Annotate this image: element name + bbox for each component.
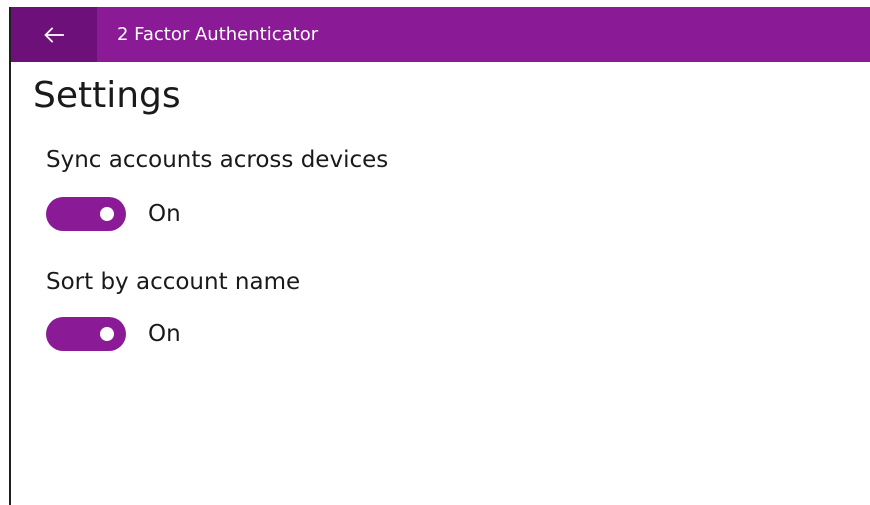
app-title: 2 Factor Authenticator — [117, 24, 319, 45]
sync-accounts-state: On — [148, 201, 181, 227]
sort-by-name-label: Sort by account name — [46, 269, 301, 295]
sort-by-name-toggle[interactable] — [46, 317, 126, 351]
back-button[interactable] — [11, 7, 97, 62]
sort-by-name-state: On — [148, 321, 181, 347]
toggle-knob — [100, 327, 114, 341]
app-window: 2 Factor Authenticator Settings Sync acc… — [9, 7, 870, 505]
sync-accounts-toggle[interactable] — [46, 197, 126, 231]
page-title: Settings — [33, 75, 181, 116]
toggle-knob — [100, 207, 114, 221]
sync-accounts-label: Sync accounts across devices — [46, 147, 389, 173]
title-bar: 2 Factor Authenticator — [11, 7, 870, 62]
back-arrow-icon — [44, 26, 64, 43]
